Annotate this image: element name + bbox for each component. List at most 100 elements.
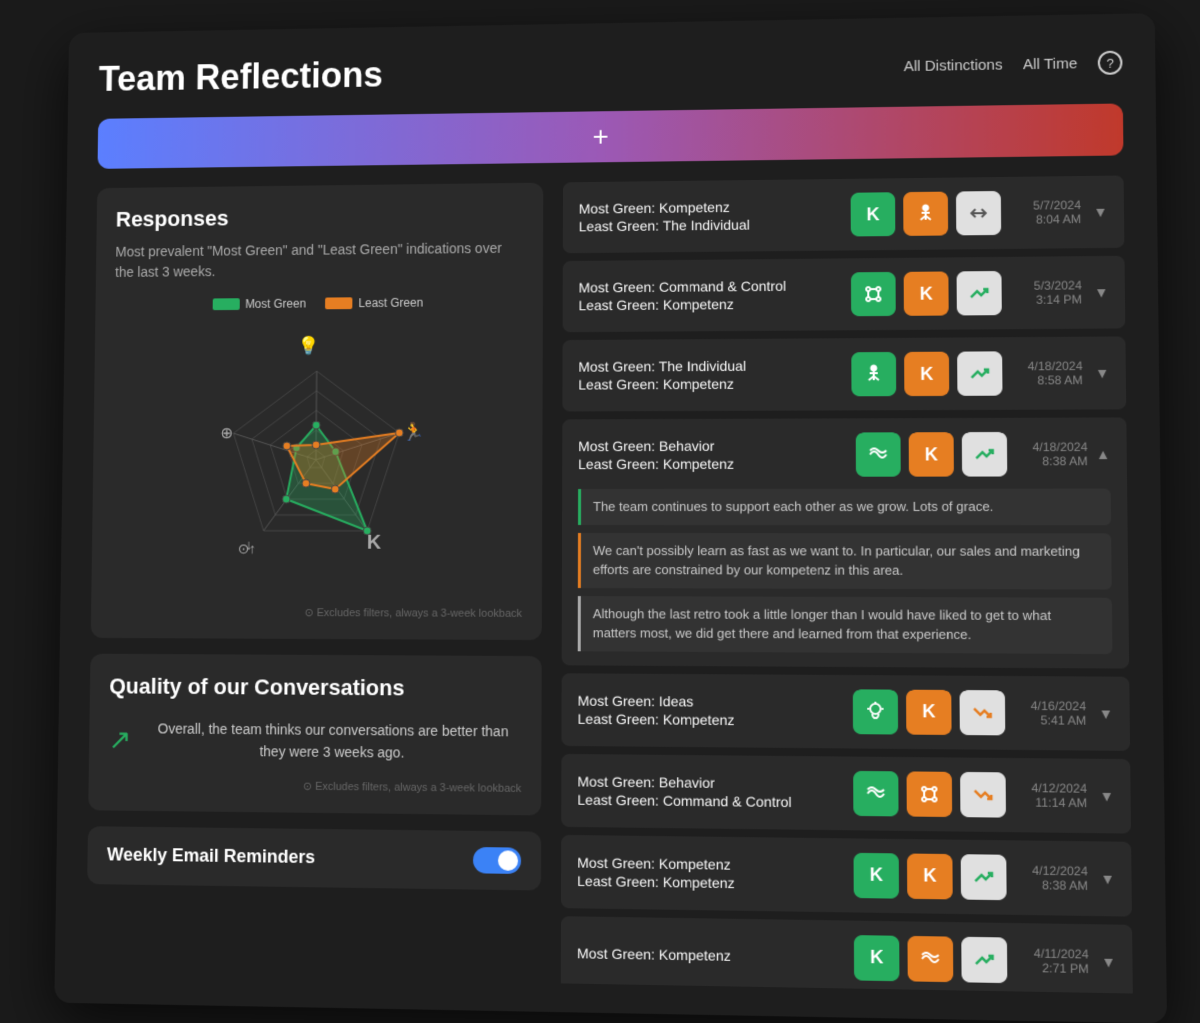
icon-badge: K (907, 852, 953, 898)
icon-badge (961, 936, 1007, 982)
icon-badge (957, 351, 1002, 396)
reflection-item[interactable]: Most Green: Behavior Least Green: Kompet… (562, 417, 1130, 668)
reflection-timestamp: 4/12/202411:14 AM (1014, 780, 1087, 810)
reflection-item[interactable]: Most Green: Kompetenz K 4/11/20242:71 PM… (561, 915, 1133, 993)
quality-description: Overall, the team thinks our conversatio… (145, 717, 522, 765)
most-green-label: Most Green: The Individual (578, 357, 746, 374)
icon-badge: K (854, 934, 900, 980)
filter-distinctions[interactable]: All Distinctions (904, 56, 1003, 74)
svg-text:⊕: ⊕ (220, 425, 233, 442)
filter-time[interactable]: All Time (1023, 54, 1078, 72)
reflection-timestamp: 4/12/20248:38 AM (1015, 862, 1088, 892)
icon-badge: K (904, 351, 949, 395)
chevron-down-icon: ▼ (1099, 787, 1114, 804)
header: Team Reflections All Distinctions All Ti… (99, 41, 1123, 99)
radar-chart: 💡 🏃 K ⊙↑↓ ⊕ (111, 320, 523, 598)
responses-footer-note: ⊙ Excludes filters, always a 3-week look… (110, 605, 522, 619)
least-green-label: Least Green: The Individual (579, 216, 750, 234)
most-green-label: Most Green: Behavior (578, 437, 734, 453)
legend-most-green: Most Green (212, 296, 306, 310)
icon-badge (908, 935, 954, 981)
chevron-down-icon: ▼ (1099, 704, 1114, 721)
icon-badge (907, 770, 953, 816)
icon-badge (851, 271, 896, 315)
left-panel: Responses Most prevalent "Most Green" an… (86, 182, 543, 983)
quality-panel: Quality of our Conversations ↗ Overall, … (88, 653, 542, 815)
reflection-header: Most Green: Kompetenz Least Green: The I… (579, 189, 1108, 239)
help-icon[interactable]: ? (1098, 50, 1123, 74)
email-reminders-panel: Weekly Email Reminders (87, 825, 541, 889)
main-content: Responses Most prevalent "Most Green" an… (86, 175, 1133, 993)
icon-badge: K (904, 271, 949, 315)
reflection-header: Most Green: Kompetenz K 4/11/20242:71 PM… (577, 930, 1116, 984)
responses-title: Responses (116, 202, 524, 232)
reflection-timestamp: 4/18/20248:58 AM (1011, 358, 1083, 387)
responses-description: Most prevalent "Most Green" and "Least G… (115, 237, 523, 282)
icon-badge (853, 688, 898, 733)
legend-orange-swatch (325, 297, 352, 309)
icon-badge (853, 770, 898, 816)
icon-badge (961, 853, 1007, 899)
least-green-label: Least Green: Command & Control (577, 791, 791, 810)
legend-least-green: Least Green (325, 295, 423, 309)
least-green-label: Least Green: Kompetenz (577, 872, 735, 890)
reflection-item[interactable]: Most Green: Behavior Least Green: Comman… (561, 753, 1131, 833)
reflection-item[interactable]: Most Green: The Individual Least Green: … (562, 336, 1126, 411)
most-green-label: Most Green: Behavior (577, 772, 791, 790)
chevron-down-icon: ▼ (1095, 364, 1109, 380)
reflection-labels: Most Green: Kompetenz Least Green: Kompe… (577, 853, 735, 890)
reflection-right: K 4/18/20248:58 AM ▼ (851, 350, 1109, 396)
reflection-item[interactable]: Most Green: Command & Control Least Gree… (563, 255, 1126, 331)
most-green-label: Most Green: Command & Control (579, 277, 787, 295)
reflection-labels: Most Green: Kompetenz Least Green: The I… (579, 198, 750, 233)
reflection-timestamp: 4/11/20242:71 PM (1015, 945, 1088, 975)
reflection-header: Most Green: Command & Control Least Gree… (579, 270, 1109, 318)
quality-footer-note: ⊙ Excludes filters, always a 3-week look… (108, 777, 521, 794)
reflection-labels: Most Green: Kompetenz (577, 944, 731, 963)
page-title: Team Reflections (99, 54, 383, 99)
reflection-item[interactable]: Most Green: Kompetenz Least Green: The I… (563, 175, 1125, 253)
reflection-right: K 4/18/20248:38 AM ▲ (856, 431, 1111, 476)
reflection-timestamp: 4/16/20245:41 AM (1013, 698, 1086, 727)
reflection-header: Most Green: Ideas Least Green: Kompetenz… (578, 687, 1114, 736)
reflection-right: K 4/16/20245:41 AM ▼ (853, 688, 1113, 735)
least-green-label: Least Green: Kompetenz (578, 710, 735, 727)
reflection-right: 4/12/202411:14 AM ▼ (853, 770, 1114, 818)
icon-badge: K (854, 852, 899, 898)
radar-svg: 💡 🏃 K ⊙↑↓ ⊕ (178, 321, 454, 599)
comment-item: The team continues to support each other… (578, 488, 1111, 524)
email-reminders-toggle[interactable] (473, 846, 521, 873)
legend-green-swatch (212, 298, 239, 310)
quality-trend-icon: ↗ (108, 722, 131, 755)
icon-badge: K (906, 689, 952, 734)
reflection-timestamp: 5/3/20243:14 PM (1010, 278, 1082, 307)
expanded-comments: The team continues to support each other… (578, 488, 1113, 653)
reflection-header: Most Green: The Individual Least Green: … (578, 350, 1109, 397)
icon-badge (957, 270, 1002, 314)
reflection-right: K K 4/12/20248:38 AM ▼ (854, 852, 1115, 901)
icon-badge (960, 689, 1006, 734)
chevron-down-icon: ▼ (1093, 203, 1107, 219)
icon-badge: K (851, 192, 896, 236)
chevron-down-icon: ▼ (1094, 284, 1108, 300)
reflections-feed: Most Green: Kompetenz Least Green: The I… (561, 175, 1133, 993)
reflection-right: K 5/3/20243:14 PM ▼ (851, 270, 1109, 316)
reflection-item[interactable]: Most Green: Ideas Least Green: Kompetenz… (561, 672, 1130, 750)
chevron-up-icon: ▲ (1096, 445, 1111, 461)
icon-badge (960, 771, 1006, 817)
svg-text:💡: 💡 (298, 334, 320, 355)
reflection-timestamp: 5/7/20248:04 AM (1009, 198, 1081, 227)
icon-badge (856, 432, 901, 476)
icon-badge (903, 191, 948, 235)
least-green-label: Least Green: Kompetenz (578, 375, 746, 392)
icon-badge (851, 351, 896, 395)
svg-text:K: K (367, 531, 381, 553)
reflection-item[interactable]: Most Green: Kompetenz Least Green: Kompe… (561, 834, 1132, 916)
reflection-right: K 4/11/20242:71 PM ▼ (854, 934, 1116, 984)
reflection-labels: Most Green: Behavior Least Green: Kompet… (578, 437, 734, 471)
icon-badge (956, 190, 1001, 234)
reflection-header: Most Green: Behavior Least Green: Kompet… (578, 431, 1110, 476)
add-reflection-button[interactable]: + (98, 103, 1124, 168)
icon-badge: K (909, 432, 954, 476)
reflection-labels: Most Green: Command & Control Least Gree… (579, 277, 787, 312)
